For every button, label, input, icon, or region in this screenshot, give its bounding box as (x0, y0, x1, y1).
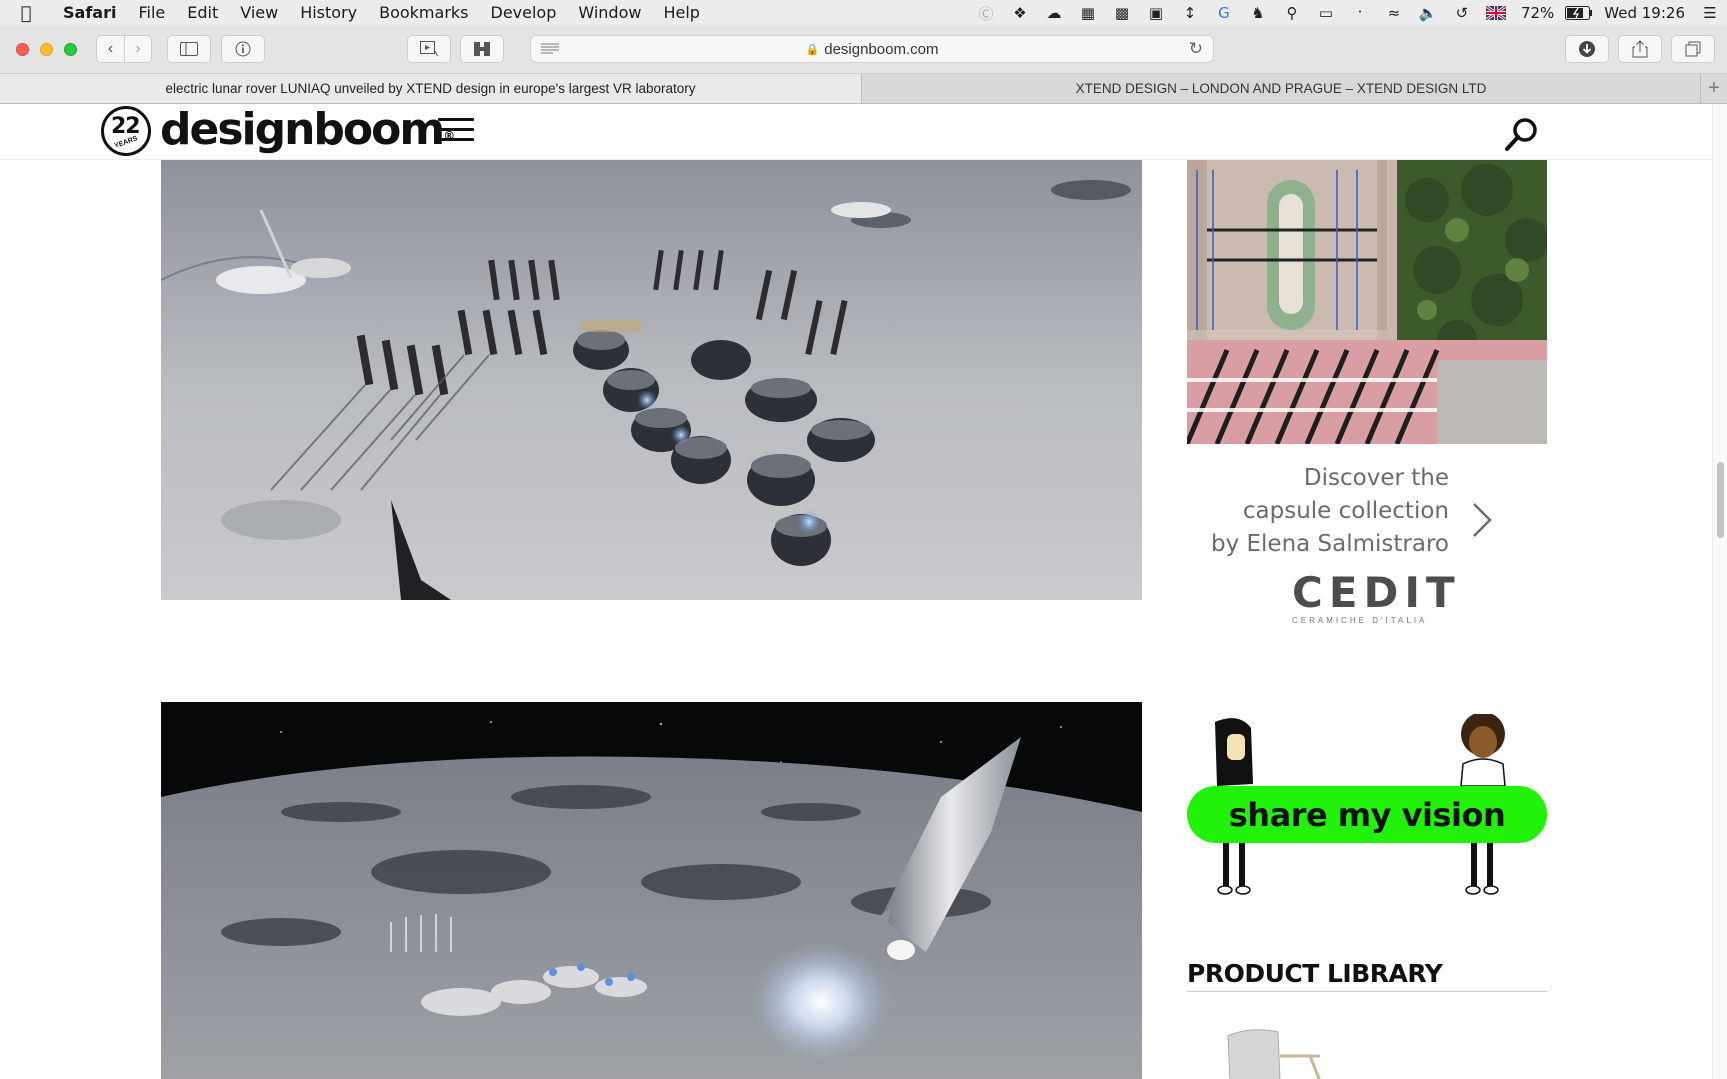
site-logo-text: designboom (160, 104, 445, 155)
menu-edit[interactable]: Edit (176, 0, 229, 26)
apple-menu-icon[interactable]:  (0, 3, 52, 24)
close-window-button[interactable] (16, 43, 29, 56)
volume-icon[interactable]: 🔈 (1411, 0, 1445, 26)
downloads-button[interactable] (1565, 35, 1609, 63)
menu-develop[interactable]: Develop (480, 0, 568, 26)
battery-percent: 72% (1520, 4, 1555, 22)
menu-view[interactable]: View (229, 0, 289, 26)
zoom-window-button[interactable] (64, 43, 77, 56)
tab-overview-button[interactable] (1671, 35, 1715, 63)
macos-menu-bar:  Safari File Edit View History Bookmark… (0, 0, 1727, 26)
menu-file[interactable]: File (127, 0, 176, 26)
creative-cloud-icon[interactable]: ☁ (1037, 0, 1071, 26)
scrollbar-thumb[interactable] (1717, 462, 1724, 538)
sidebar-ad-cedit[interactable]: Discover the capsule collection by Elena… (1187, 160, 1547, 625)
media-icon (420, 41, 438, 57)
reload-icon[interactable]: ↻ (1189, 39, 1203, 59)
time-machine-icon[interactable]: ↺ (1445, 0, 1479, 26)
grammarly-icon[interactable]: G (1207, 0, 1241, 26)
ceramic-collection-photo (1187, 160, 1547, 444)
menu-bookmarks[interactable]: Bookmarks (368, 0, 479, 26)
page-scrollbar[interactable] (1712, 104, 1727, 1079)
product-library-heading[interactable]: PRODUCT LIBRARY (1187, 959, 1547, 992)
tab-xtend-design[interactable]: XTEND DESIGN – LONDON AND PRAGUE – XTEND… (862, 74, 1700, 103)
share-icon (1632, 40, 1648, 58)
share-my-vision-button[interactable]: share my vision (1187, 786, 1547, 843)
web-page: 22 YEARS designboom® Discover the capsul… (0, 104, 1712, 1079)
lunar-base-render (161, 160, 1142, 600)
anniversary-badge[interactable]: 22 YEARS (101, 106, 151, 156)
url-text: designboom.com (824, 40, 939, 58)
menu-help[interactable]: Help (652, 0, 710, 26)
tab-bar: electric lunar rover LUNIAQ unveiled by … (0, 74, 1727, 104)
ad-headline[interactable]: Discover the capsule collection by Elena… (1209, 462, 1449, 561)
cedit-tagline: CERAMICHE D'ITALIA (1292, 616, 1428, 625)
menu-history[interactable]: History (289, 0, 368, 26)
share-my-vision-block: share my vision (1187, 714, 1547, 904)
tabs-icon (1685, 41, 1701, 57)
resize-arrow-icon[interactable]: ↕ (1173, 0, 1207, 26)
hamburger-menu-icon[interactable] (438, 118, 474, 144)
back-button[interactable]: ‹ (96, 35, 124, 63)
bluetooth-icon[interactable]: ᛫ (1343, 0, 1377, 26)
chevron-right-icon[interactable] (1470, 500, 1494, 540)
status-area: Ⓒ ❖ ☁ ▦ ▩ ▣ ↕ G ♞ ⚲ ▭ ᛫ ≈ 🔈 ↺ 72% Wed 19… (969, 0, 1727, 26)
product-chair-thumbnail[interactable] (1220, 1026, 1330, 1079)
clapper-icon[interactable]: ▩ (1105, 0, 1139, 26)
forward-button[interactable]: › (124, 35, 152, 63)
menu-window[interactable]: Window (567, 0, 652, 26)
site-logo[interactable]: designboom® (160, 104, 455, 156)
article-image-moon-landing[interactable] (161, 702, 1142, 1079)
info-icon (235, 41, 251, 57)
dropbox-icon[interactable]: ❖ (1003, 0, 1037, 26)
flag-uk-icon[interactable] (1479, 0, 1513, 26)
airplay-icon[interactable]: ▭ (1309, 0, 1343, 26)
toolbox-icon[interactable]: ▦ (1071, 0, 1105, 26)
site-header: 22 YEARS designboom® (0, 104, 1712, 160)
extension-button[interactable] (460, 35, 504, 63)
extension-icon (474, 42, 490, 56)
wifi-icon[interactable]: ≈ (1377, 0, 1411, 26)
download-icon (1579, 41, 1595, 57)
evernote-icon[interactable]: ♞ (1241, 0, 1275, 26)
site-info-button[interactable] (221, 35, 265, 63)
battery-icon[interactable] (1562, 0, 1596, 26)
share-toolbar-button[interactable] (1618, 35, 1662, 63)
dictionary-icon[interactable]: Ⓒ (969, 0, 1003, 26)
safari-toolbar: ‹ › 🔒 designboom.com ↻ (0, 26, 1727, 74)
new-tab-button[interactable]: + (1700, 74, 1727, 103)
menubar-clock[interactable]: Wed 19:26 (1596, 4, 1693, 22)
reader-view-icon[interactable] (541, 41, 559, 57)
tab-luniaq-article[interactable]: electric lunar rover LUNIAQ unveiled by … (0, 74, 862, 103)
article-image-lunar-base[interactable] (161, 160, 1142, 600)
sidebar-toggle-button[interactable] (167, 35, 211, 63)
menu-app-safari[interactable]: Safari (52, 0, 127, 26)
search-icon[interactable] (1502, 114, 1542, 154)
cedit-brand: CEDIT (1292, 568, 1461, 617)
screenshot-icon[interactable]: ▣ (1139, 0, 1173, 26)
media-button[interactable] (407, 35, 451, 63)
ad-image[interactable] (1187, 160, 1547, 444)
spotlight-search-icon[interactable]: ⚲ (1275, 0, 1309, 26)
minimize-window-button[interactable] (40, 43, 53, 56)
address-bar[interactable]: 🔒 designboom.com ↻ (530, 35, 1214, 63)
lock-icon: 🔒 (805, 43, 820, 56)
moon-rocket-render (161, 702, 1142, 1079)
notification-center-icon[interactable]: ☰ (1693, 0, 1727, 26)
sidebar-icon (180, 42, 198, 56)
cedit-logo: CEDIT CERAMICHE D'ITALIA (1292, 568, 1461, 626)
